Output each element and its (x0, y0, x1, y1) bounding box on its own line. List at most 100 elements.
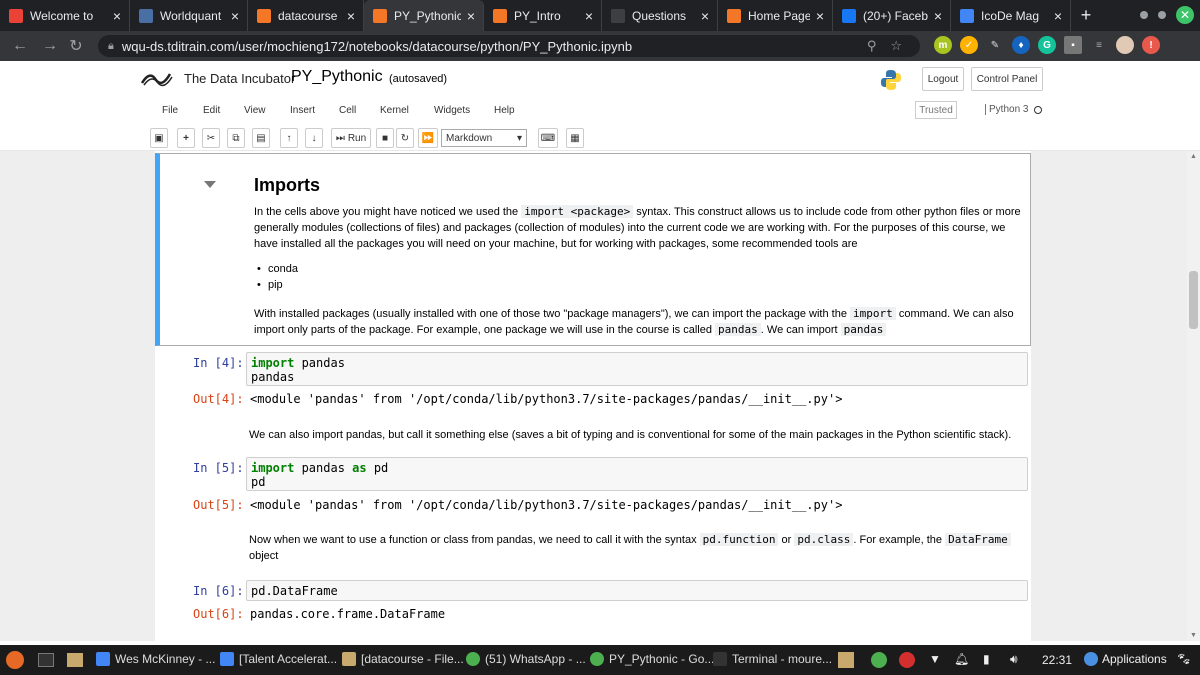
restart-run-all-icon[interactable]: ⏩ (418, 128, 438, 148)
profile-avatar[interactable] (1116, 36, 1134, 54)
menu-widgets[interactable]: Widgets (434, 105, 470, 116)
move-up-icon[interactable]: ↑ (280, 128, 298, 148)
collapse-arrow-icon[interactable] (204, 181, 216, 188)
extension-pen-icon[interactable]: ✎ (986, 36, 1004, 54)
copy-icon[interactable]: ⧉ (227, 128, 245, 148)
notebook-title[interactable]: PY_Pythonic (291, 68, 383, 86)
reload-icon[interactable]: ↻ (64, 36, 88, 56)
trusted-badge[interactable]: Trusted (915, 101, 957, 119)
docs-icon (96, 652, 110, 666)
run-button[interactable]: ⏭ Run (331, 128, 371, 148)
notification-icon[interactable]: 🔔︎ (954, 652, 969, 666)
menu-cell[interactable]: Cell (339, 105, 356, 116)
clock[interactable]: 22:31 (1042, 653, 1072, 667)
tab-close-icon[interactable]: × (347, 8, 355, 24)
mascot-icon[interactable]: 🐾︎ (1176, 652, 1191, 666)
tab-close-icon[interactable]: × (934, 8, 942, 24)
taskbar-window-item[interactable]: PY_Pythonic - Go... (590, 652, 714, 666)
taskbar-window-item[interactable]: Terminal - moure... (713, 652, 832, 666)
browser-tab[interactable]: Home Page × (718, 0, 833, 31)
logout-button[interactable]: Logout (922, 67, 964, 91)
browser-tab[interactable]: datacourse × (248, 0, 364, 31)
logo[interactable]: The Data Incubator (140, 68, 295, 88)
run-label: Run (347, 132, 367, 144)
kernel-indicator: Python 3 (985, 104, 1043, 115)
browser-tab[interactable]: Worldquant × (130, 0, 248, 31)
control-panel-button[interactable]: Control Panel (971, 67, 1043, 91)
tab-close-icon[interactable]: × (467, 8, 475, 24)
taskbar-window-item[interactable]: Wes McKinney - ... (96, 652, 215, 666)
forward-icon[interactable]: → (38, 37, 62, 55)
terminal-launcher-icon[interactable] (38, 653, 54, 667)
taskbar-item-label: Wes McKinney - ... (115, 652, 216, 666)
move-down-icon[interactable]: ↓ (305, 128, 323, 148)
menu-file[interactable]: File (162, 105, 178, 116)
files-launcher-icon[interactable] (67, 653, 83, 667)
cell-type-select[interactable]: Markdown ▾ (441, 129, 527, 147)
code-cell-input[interactable]: import pandas as pd pd (246, 457, 1028, 491)
cell-toolbar-icon[interactable]: ▦ (566, 128, 584, 148)
browser-tab[interactable]: Questions × (602, 0, 718, 31)
extension-check-icon[interactable]: ✓ (960, 36, 978, 54)
applications-menu[interactable]: Applications (1084, 652, 1167, 666)
browser-tab[interactable]: PY_Intro × (484, 0, 602, 31)
menu-insert[interactable]: Insert (290, 105, 315, 116)
update-icon[interactable]: ! (1142, 36, 1160, 54)
ubuntu-menu-icon[interactable] (6, 651, 24, 669)
taskbar-window-item[interactable]: (51) WhatsApp - ... (466, 652, 586, 666)
questions-icon (611, 8, 625, 23)
new-tab-button[interactable]: + (1071, 0, 1101, 31)
tab-close-icon[interactable]: × (113, 8, 121, 24)
scroll-down-icon[interactable]: ▼ (1190, 632, 1197, 639)
keyboard-icon[interactable]: ⌨ (538, 128, 558, 148)
code-cell-input[interactable]: pd.DataFrame (246, 580, 1028, 601)
incubator-logo-icon (140, 73, 173, 87)
tab-close-icon[interactable]: × (816, 8, 824, 24)
menu-kernel[interactable]: Kernel (380, 105, 409, 116)
browser-tab[interactable]: (20+) Faceb × (833, 0, 951, 31)
url-text[interactable]: wqu-ds.tditrain.com/user/mochieng172/not… (122, 39, 632, 54)
menu-view[interactable]: View (244, 105, 266, 116)
menu-edit[interactable]: Edit (203, 105, 220, 116)
wifi-icon[interactable]: ▼ (929, 652, 941, 666)
tab-list: Welcome to × Worldquant × datacourse × PY_Pyth… (0, 0, 1071, 31)
scrollbar-thumb[interactable] (1189, 271, 1198, 329)
browser-tab[interactable]: PY_Pythonic × (364, 0, 484, 31)
code-cell-input[interactable]: import pandas pandas (246, 352, 1028, 386)
tray-chrome-icon[interactable] (871, 652, 887, 668)
extension-m-icon[interactable]: m (934, 36, 952, 54)
extension-shield-icon[interactable]: ♦ (1012, 36, 1030, 54)
save-icon[interactable]: ▣ (150, 128, 168, 148)
browser-tab[interactable]: IcoDe Mag × (951, 0, 1071, 31)
insert-cell-icon[interactable]: + (177, 128, 195, 148)
extension-grey-icon[interactable]: ▪ (1064, 36, 1082, 54)
tray-folder-icon[interactable] (838, 652, 854, 668)
maximize-icon[interactable] (1158, 11, 1166, 19)
tab-close-icon[interactable]: × (585, 8, 593, 24)
restart-icon[interactable]: ↻ (396, 128, 414, 148)
battery-icon[interactable]: ▮ (983, 652, 990, 666)
minimize-icon[interactable] (1140, 11, 1148, 19)
menu-help[interactable]: Help (494, 105, 515, 116)
interrupt-icon[interactable]: ■ (376, 128, 394, 148)
tab-close-icon[interactable]: × (701, 8, 709, 24)
close-window-icon[interactable]: ✕ (1176, 6, 1194, 24)
browser-tab[interactable]: Welcome to × (0, 0, 130, 31)
tray-red-icon[interactable] (899, 652, 915, 668)
paste-icon[interactable]: ▤ (252, 128, 270, 148)
bookmark-star-icon[interactable]: ☆ (890, 38, 902, 54)
tab-close-icon[interactable]: × (231, 8, 239, 24)
taskbar-window-item[interactable]: [Talent Accelerat... (220, 652, 337, 666)
cut-icon[interactable]: ✂ (202, 128, 220, 148)
volume-icon[interactable]: 🔊︎ (1010, 652, 1018, 667)
zoom-icon[interactable]: ⚲ (867, 38, 877, 54)
tab-close-icon[interactable]: × (1054, 8, 1062, 24)
scroll-up-icon[interactable]: ▲ (1190, 153, 1197, 160)
grammarly-icon[interactable]: G (1038, 36, 1056, 54)
taskbar-window-item[interactable]: [datacourse - File... (342, 652, 464, 666)
back-icon[interactable]: ← (8, 37, 32, 55)
reading-list-icon[interactable]: ≡ (1090, 36, 1108, 54)
page-scrollbar[interactable]: ▲ ▼ (1187, 151, 1200, 641)
omnibox[interactable]: 🔒︎ wqu-ds.tditrain.com/user/mochieng172/… (98, 35, 920, 57)
markdown-cell-imports[interactable]: Imports In the cells above you might hav… (155, 153, 1031, 346)
